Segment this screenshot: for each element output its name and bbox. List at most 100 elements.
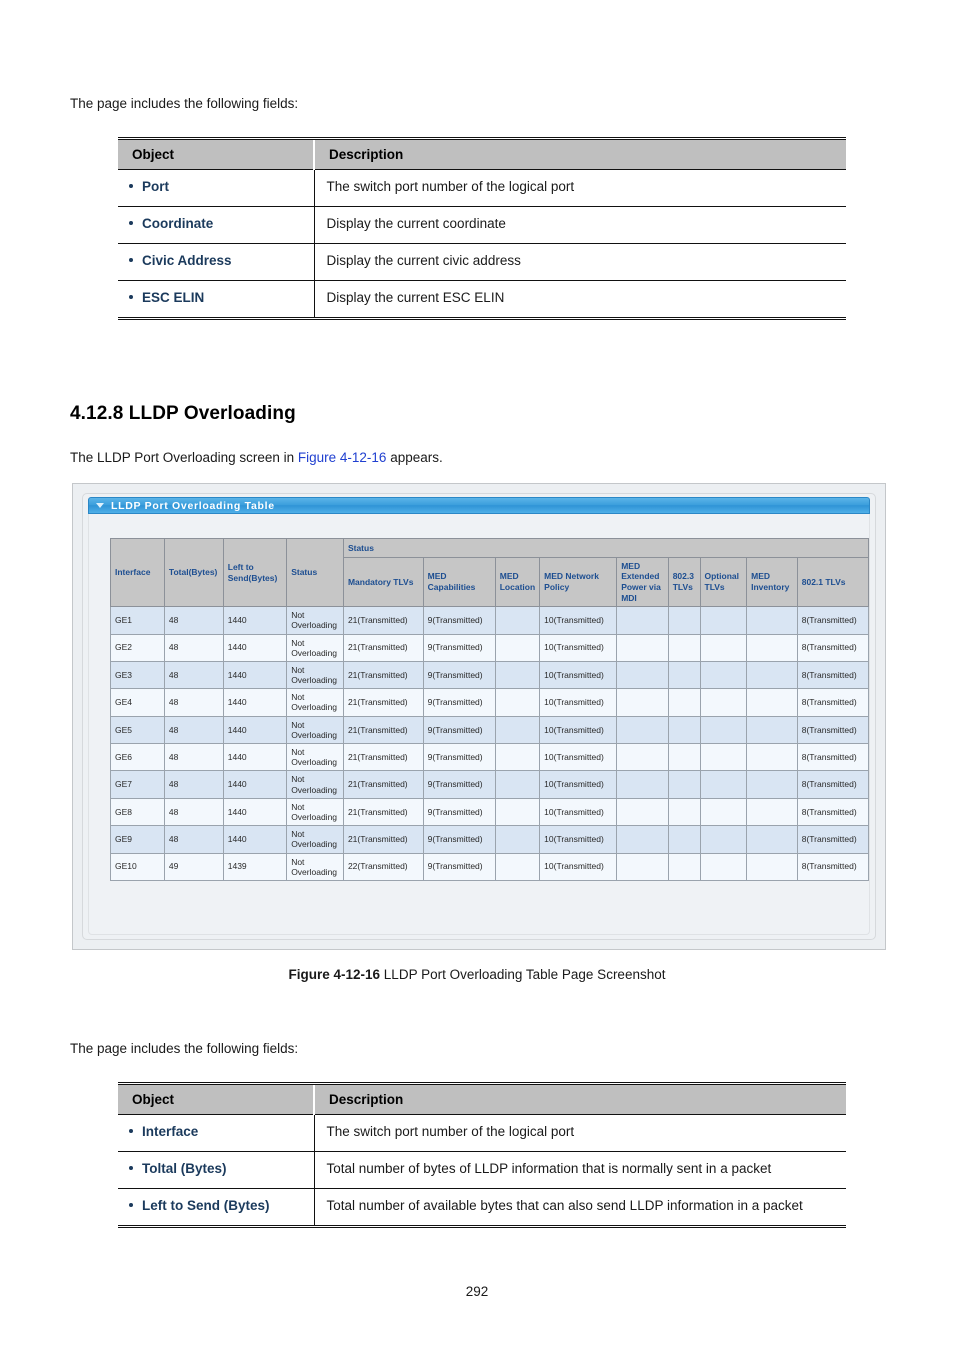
cell-802-3-tlvs [667, 742, 701, 772]
figure-caption-label: Figure 4-12-16 [288, 967, 381, 982]
cell-med-network-policy: 10(Transmitted) [539, 633, 618, 662]
field-object-label: Port [142, 179, 169, 194]
cell-optional-tlvs [699, 606, 748, 635]
figure-caption: Figure 4-12-16 LLDP Port Overloading Tab… [0, 967, 954, 982]
column-header-left-to-send-bytes: Left to Send(Bytes) [222, 537, 288, 608]
panel-header-bar[interactable]: LLDP Port Overloading Table [88, 497, 870, 514]
bullet-icon [129, 221, 133, 225]
cell-status: Not Overloading [286, 852, 344, 881]
column-header-mandatory-tlvs: Mandatory TLVs [342, 556, 424, 608]
figure-reference-link[interactable]: Figure 4-12-16 [298, 450, 387, 465]
field-description-cell: Display the current coordinate [314, 206, 846, 244]
cell-left-to-send: 1440 [222, 606, 288, 635]
cell-optional-tlvs [699, 852, 748, 881]
cell-status: Not Overloading [286, 825, 344, 854]
cell-med-inventory [746, 742, 798, 772]
cell-med-inventory [746, 688, 798, 717]
column-header-description: Description [314, 1083, 846, 1115]
cell-802-1-tlvs: 8(Transmitted) [796, 770, 870, 799]
cell-total-bytes: 48 [163, 633, 224, 662]
cell-med-location [494, 770, 541, 799]
cell-optional-tlvs [699, 688, 748, 717]
cell-med-capabilities: 9(Transmitted) [422, 633, 496, 662]
cell-med-extended-power [616, 606, 669, 635]
cell-total-bytes: 49 [163, 852, 224, 881]
column-header-object: Object [118, 138, 315, 170]
cell-med-extended-power [616, 742, 669, 772]
cell-status: Not Overloading [286, 660, 344, 690]
lldp-table-body: GE1 48 1440 Not Overloading 21(Transmitted) 9… [110, 606, 870, 881]
cell-total-bytes: 48 [163, 660, 224, 690]
field-object-cell: Toltal (Bytes) [118, 1151, 315, 1189]
cell-left-to-send: 1440 [222, 688, 288, 717]
column-header-med-capabilities: MED Capabilities [422, 556, 496, 608]
bullet-icon [129, 1166, 133, 1170]
cell-total-bytes: 48 [163, 606, 224, 635]
cell-med-inventory [746, 715, 798, 745]
cell-med-extended-power [616, 633, 669, 662]
cell-left-to-send: 1440 [222, 797, 288, 827]
cell-total-bytes: 48 [163, 742, 224, 772]
section-intro-paragraph: The LLDP Port Overloading screen in Figu… [70, 450, 443, 465]
cell-802-1-tlvs: 8(Transmitted) [796, 742, 870, 772]
cell-left-to-send: 1440 [222, 633, 288, 662]
cell-mandatory-tlvs: 21(Transmitted) [342, 825, 424, 854]
field-object-label: Toltal (Bytes) [142, 1161, 227, 1176]
cell-mandatory-tlvs: 21(Transmitted) [342, 770, 424, 799]
cell-med-location [494, 715, 541, 745]
cell-med-network-policy: 10(Transmitted) [539, 852, 618, 881]
intro-paragraph-bottom: The page includes the following fields: [70, 1041, 299, 1056]
lldp-overloading-table: Interface Total(Bytes) Left to Send(Byte… [110, 537, 870, 881]
cell-left-to-send: 1440 [222, 770, 288, 799]
page-number: 292 [465, 1284, 489, 1299]
cell-interface: GE7 [110, 770, 165, 799]
column-header-med-location: MED Location [494, 556, 541, 608]
table-row: GE4 48 1440 Not Overloading 21(Transmitted) 9… [110, 688, 870, 717]
cell-802-3-tlvs [667, 825, 701, 854]
field-description-cell: The switch port number of the logical po… [314, 169, 846, 207]
cell-med-extended-power [616, 660, 669, 690]
field-object-cell: Coordinate [118, 206, 315, 244]
table-row: Port The switch port number of the logica… [118, 169, 846, 207]
cell-status: Not Overloading [286, 606, 344, 635]
field-object-label: Interface [142, 1124, 199, 1139]
cell-left-to-send: 1439 [222, 852, 288, 881]
cell-left-to-send: 1440 [222, 742, 288, 772]
cell-total-bytes: 48 [163, 797, 224, 827]
table-row: GE3 48 1440 Not Overloading 21(Transmitted) 9… [110, 660, 870, 690]
field-object-cell: Civic Address [118, 243, 315, 281]
column-header-802-1-tlvs: 802.1 TLVs [796, 556, 870, 608]
field-object-cell: Port [118, 169, 315, 207]
field-description-cell: Total number of bytes of LLDP informatio… [314, 1151, 846, 1189]
cell-interface: GE2 [110, 633, 165, 662]
table-row: GE8 48 1440 Not Overloading 21(Transmitted) 9… [110, 797, 870, 827]
cell-med-network-policy: 10(Transmitted) [539, 715, 618, 745]
cell-interface: GE10 [110, 852, 165, 881]
triangle-down-icon[interactable] [96, 503, 104, 508]
field-description-cell: Total number of available bytes that can… [326, 1198, 803, 1213]
column-header-optional-tlvs: Optional TLVs [699, 556, 748, 608]
field-object-cell: ESC ELIN [118, 280, 315, 319]
cell-interface: GE1 [110, 606, 165, 635]
cell-med-location [494, 606, 541, 635]
intro-suffix-text: appears. [386, 450, 443, 465]
cell-med-network-policy: 10(Transmitted) [539, 825, 618, 854]
bullet-icon [129, 1129, 133, 1133]
cell-interface: GE4 [110, 688, 165, 717]
cell-interface: GE8 [110, 797, 165, 827]
table-row: Left to Send (Bytes) Total number of avai… [118, 1188, 846, 1227]
cell-optional-tlvs [699, 797, 748, 827]
cell-med-network-policy: 10(Transmitted) [539, 660, 618, 690]
cell-med-extended-power [616, 770, 669, 799]
field-object-cell: Interface [118, 1114, 315, 1152]
fields-table-bottom: Object Description Interface The switch p… [118, 1082, 846, 1228]
field-object-label: Coordinate [142, 216, 214, 231]
column-header-object: Object [118, 1083, 315, 1115]
cell-med-inventory [746, 633, 798, 662]
cell-interface: GE3 [110, 660, 165, 690]
bullet-icon [129, 258, 133, 262]
table-row: Civic Address Display the current civic a… [118, 243, 846, 281]
cell-med-capabilities: 9(Transmitted) [422, 688, 496, 717]
cell-802-1-tlvs: 8(Transmitted) [796, 688, 870, 717]
column-header-med-network-policy: MED Network Policy [539, 556, 618, 608]
